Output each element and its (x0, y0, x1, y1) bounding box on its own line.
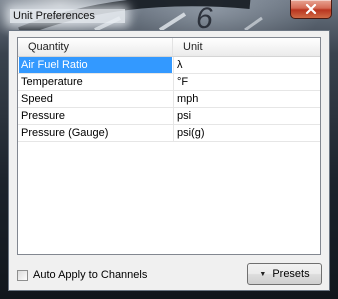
auto-apply-label[interactable]: Auto Apply to Channels (33, 269, 147, 281)
auto-apply-checkbox[interactable] (17, 269, 28, 281)
grid-header: Quantity Unit (18, 38, 320, 57)
unit-cell[interactable]: psi(g) (173, 125, 320, 141)
table-row[interactable]: Air Fuel Ratio λ (18, 57, 320, 74)
unit-cell[interactable]: mph (173, 91, 320, 107)
presets-label: Presets (272, 268, 310, 280)
quantity-cell[interactable]: Air Fuel Ratio (19, 57, 172, 73)
quantity-cell[interactable]: Speed (19, 91, 172, 107)
column-header-quantity[interactable]: Quantity (18, 38, 173, 56)
unit-cell[interactable]: psi (173, 108, 320, 124)
dialog-footer: Auto Apply to Channels ▼ Presets (9, 259, 329, 289)
column-header-unit[interactable]: Unit (173, 38, 320, 56)
grid-rows: Air Fuel Ratio λ Temperature °F Speed mp… (18, 57, 320, 142)
quantity-cell[interactable]: Temperature (19, 74, 172, 90)
window-title: Unit Preferences (10, 9, 125, 23)
unit-preferences-grid: Quantity Unit Air Fuel Ratio λ Temperatu… (17, 37, 321, 255)
presets-button[interactable]: ▼ Presets (247, 263, 322, 285)
dropdown-arrow-icon: ▼ (259, 270, 267, 278)
quantity-cell[interactable]: Pressure (19, 108, 172, 124)
quantity-cell[interactable]: Pressure (Gauge) (19, 125, 172, 141)
unit-cell[interactable]: λ (173, 57, 320, 73)
table-row[interactable]: Pressure (Gauge) psi(g) (18, 125, 320, 142)
auto-apply-checkbox-row[interactable]: Auto Apply to Channels (17, 268, 147, 282)
table-row[interactable]: Pressure psi (18, 108, 320, 125)
close-icon (305, 4, 317, 14)
dialog-client-area: Quantity Unit Air Fuel Ratio λ Temperatu… (8, 30, 330, 291)
table-row[interactable]: Temperature °F (18, 74, 320, 91)
close-button[interactable] (290, 0, 332, 19)
table-row[interactable]: Speed mph (18, 91, 320, 108)
unit-cell[interactable]: °F (173, 74, 320, 90)
title-bar[interactable]: Unit Preferences (0, 0, 338, 30)
